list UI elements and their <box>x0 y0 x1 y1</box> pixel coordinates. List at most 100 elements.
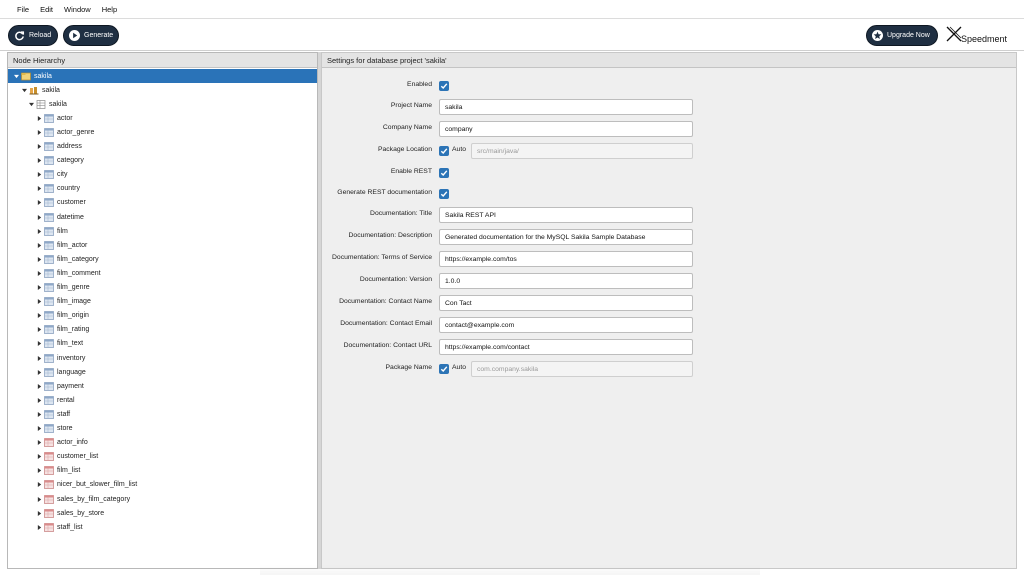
tree-item-table[interactable]: actor_genre <box>8 125 317 139</box>
package-location-auto-checkbox[interactable] <box>439 146 449 156</box>
doc-contact-url-input[interactable]: https://example.com/contact <box>439 339 693 355</box>
logo-text: Speedment <box>961 34 1008 44</box>
expand-right-icon[interactable] <box>36 115 42 121</box>
expand-right-icon[interactable] <box>36 496 42 502</box>
tree-item-table[interactable]: city <box>8 168 317 182</box>
tree-item-view[interactable]: actor_info <box>8 436 317 450</box>
tree-item-view[interactable]: staff_list <box>8 520 317 534</box>
table-icon <box>44 254 54 264</box>
enable-rest-checkbox[interactable] <box>439 168 449 178</box>
tree-item-view[interactable]: sales_by_store <box>8 506 317 520</box>
menu-edit[interactable]: Edit <box>40 5 53 14</box>
tree-item-table[interactable]: store <box>8 422 317 436</box>
enabled-label: Enabled <box>407 81 432 88</box>
expand-right-icon[interactable] <box>36 158 42 164</box>
tree-item-table[interactable]: film_genre <box>8 281 317 295</box>
tree-item-table[interactable]: film_category <box>8 252 317 266</box>
tree-item-table[interactable]: language <box>8 365 317 379</box>
tree-item-table[interactable]: rental <box>8 393 317 407</box>
menu-help[interactable]: Help <box>102 5 117 14</box>
expand-right-icon[interactable] <box>36 129 42 135</box>
expand-right-icon[interactable] <box>36 313 42 319</box>
company-name-input[interactable]: company <box>439 121 693 137</box>
menu-file[interactable]: File <box>17 5 29 14</box>
expand-right-icon[interactable] <box>36 214 42 220</box>
doc-tos-input[interactable]: https://example.com/tos <box>439 251 693 267</box>
tree-item-table[interactable]: film_text <box>8 337 317 351</box>
tree-item-label: film_rating <box>57 326 90 334</box>
expand-right-icon[interactable] <box>36 327 42 333</box>
tree-item-table[interactable]: film_rating <box>8 323 317 337</box>
generate-button[interactable]: Generate <box>63 25 119 46</box>
tree-item-dbms[interactable]: sakila <box>8 83 317 97</box>
tree-item-view[interactable]: customer_list <box>8 450 317 464</box>
tree-item-project[interactable]: sakila <box>8 69 317 83</box>
expand-right-icon[interactable] <box>36 242 42 248</box>
expand-right-icon[interactable] <box>36 285 42 291</box>
expand-right-icon[interactable] <box>36 341 42 347</box>
doc-description-input[interactable]: Generated documentation for the MySQL Sa… <box>439 229 693 245</box>
tree-item-table[interactable]: actor <box>8 111 317 125</box>
table-icon <box>44 269 54 278</box>
expand-right-icon[interactable] <box>36 200 42 206</box>
expand-right-icon[interactable] <box>36 186 42 192</box>
expand-right-icon[interactable] <box>36 256 42 262</box>
tree-item-view[interactable]: film_list <box>8 464 317 478</box>
upgrade-now-button[interactable]: Upgrade Now <box>866 25 938 46</box>
tree-item-table[interactable]: film_comment <box>8 266 317 280</box>
table-icon <box>44 240 54 250</box>
tree-item-table[interactable]: category <box>8 154 317 168</box>
expand-down-icon[interactable] <box>13 73 19 79</box>
dbms-icon <box>29 86 39 95</box>
tree-item-label: inventory <box>57 354 86 362</box>
menu-window[interactable]: Window <box>64 5 91 14</box>
expand-right-icon[interactable] <box>36 383 42 389</box>
tree-item-table[interactable]: film_image <box>8 295 317 309</box>
expand-down-icon[interactable] <box>28 101 34 107</box>
expand-right-icon[interactable] <box>36 172 42 178</box>
enabled-checkbox[interactable] <box>439 81 449 91</box>
tree-item-view[interactable]: nicer_but_slower_film_list <box>8 478 317 492</box>
tree-item-table[interactable]: datetime <box>8 210 317 224</box>
tree-item-table[interactable]: country <box>8 182 317 196</box>
expand-right-icon[interactable] <box>36 397 42 403</box>
enable-rest-row: Enable REST <box>322 164 1016 182</box>
tree-item-table[interactable]: address <box>8 140 317 154</box>
doc-description-label: Documentation: Description <box>348 232 433 239</box>
tree-item-schema[interactable]: sakila <box>8 97 317 111</box>
expand-right-icon[interactable] <box>36 299 42 305</box>
expand-right-icon[interactable] <box>36 144 42 150</box>
tree-item-view[interactable]: sales_by_film_category <box>8 492 317 506</box>
tree-item-table[interactable]: film <box>8 224 317 238</box>
expand-right-icon[interactable] <box>36 524 42 530</box>
expand-right-icon[interactable] <box>36 468 42 474</box>
expand-right-icon[interactable] <box>36 482 42 488</box>
expand-right-icon[interactable] <box>36 228 42 234</box>
expand-right-icon[interactable] <box>36 510 42 516</box>
expand-right-icon[interactable] <box>36 426 42 432</box>
tree-item-table[interactable]: payment <box>8 379 317 393</box>
expand-right-icon[interactable] <box>36 440 42 446</box>
generate-rest-doc-checkbox[interactable] <box>439 189 449 199</box>
expand-right-icon[interactable] <box>36 454 42 460</box>
expand-right-icon[interactable] <box>36 270 42 276</box>
check-icon <box>440 191 448 198</box>
tree-item-table[interactable]: inventory <box>8 351 317 365</box>
tree-item-table[interactable]: customer <box>8 196 317 210</box>
doc-title-input[interactable]: Sakila REST API <box>439 207 693 223</box>
tree-item-label: film_text <box>57 340 84 348</box>
project-name-input[interactable]: sakila <box>439 99 693 115</box>
tree-item-table[interactable]: film_actor <box>8 238 317 252</box>
tree-item-table[interactable]: film_origin <box>8 309 317 323</box>
expand-right-icon[interactable] <box>36 355 42 361</box>
table-icon <box>44 424 54 433</box>
doc-contact-name-input[interactable]: Con Tact <box>439 295 693 311</box>
expand-right-icon[interactable] <box>36 411 42 417</box>
tree-item-table[interactable]: staff <box>8 407 317 421</box>
expand-right-icon[interactable] <box>36 369 42 375</box>
doc-contact-email-input[interactable]: contact@example.com <box>439 317 693 333</box>
reload-button[interactable]: Reload <box>8 25 58 46</box>
expand-down-icon[interactable] <box>21 87 27 93</box>
doc-version-input[interactable]: 1.0.0 <box>439 273 693 289</box>
package-name-auto-checkbox[interactable] <box>439 364 449 374</box>
